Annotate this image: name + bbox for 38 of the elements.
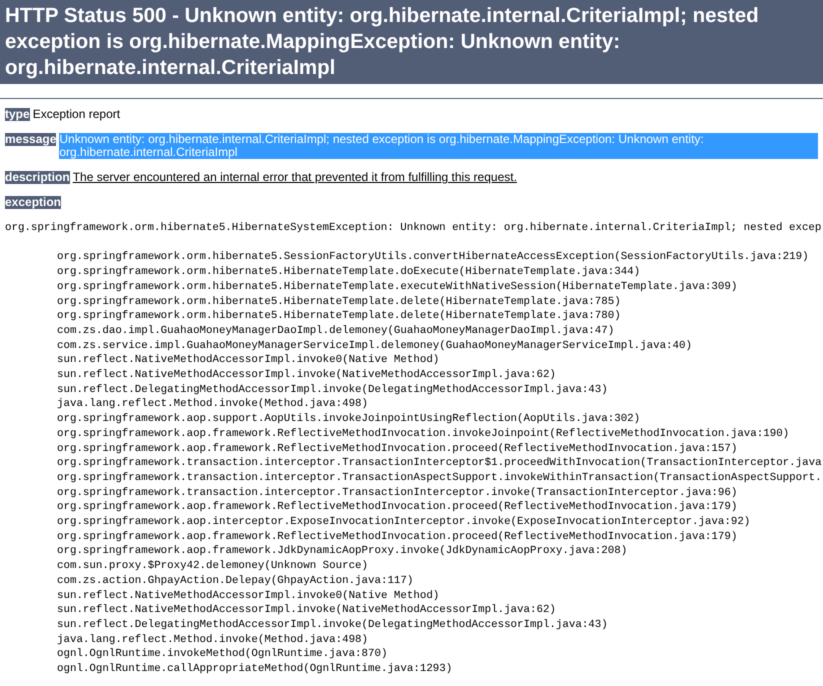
- stack-trace-line: org.springframework.aop.framework.ReflectiveMethodInvocation.proceed(ReflectiveMethodInvocation.java:179): [56, 530, 738, 544]
- stack-trace-line: org.springframework.transaction.interceptor.TransactionInterceptor$1.proceedWithInvocation(TransactionInterceptor.java: [56, 456, 822, 471]
- stack-trace-line: ognl.OgnlRuntime.invokeMethod(OgnlRuntime.java:870): [56, 647, 388, 662]
- section-text: Exception report: [32, 108, 120, 121]
- stack-trace-line: org.springframework.orm.hibernate5.HibernateTemplate.delete(HibernateTemplate.java:785): [56, 294, 621, 310]
- stack-trace-line: org.springframework.aop.framework.ReflectiveMethodInvocation.proceed(ReflectiveMethodInvocation.java:157): [56, 442, 738, 456]
- stack-trace-line: org.springframework.transaction.interceptor.TransactionInterceptor.invoke(TransactionInterceptor.java:96): [56, 486, 738, 500]
- stack-trace-line: org.springframework.orm.hibernate5.HibernateTemplate.doExecute(HibernateTemplate.java:344): [56, 265, 640, 280]
- section-text: The server encountered an internal error that prevented it from fulfilling this request.: [72, 171, 517, 184]
- stack-trace-line: com.zs.service.impl.GuahaoMoneyManagerServiceImpl.delemoney(GuahaoMoneyManagerServiceImpl.java:40): [56, 338, 692, 354]
- stack-trace-line: sun.reflect.NativeMethodAccessorImpl.invoke0(Native Method): [56, 353, 440, 368]
- stack-trace-line: org.springframework.aop.framework.ReflectiveMethodInvocation.proceed(ReflectiveMethodInvocation.java:179): [56, 500, 738, 516]
- stack-trace-line: sun.reflect.NativeMethodAccessorImpl.invoke(NativeMethodAccessorImpl.java:62): [56, 368, 556, 383]
- section-text: Unknown entity: org.hibernate.internal.CriteriaImpl; nested exception is org.hibernate.MappingException: Unknown entity: org.hibernate.internal.CriteriaImpl: [59, 133, 818, 159]
- stack-trace-line: org.springframework.transaction.interceptor.TransactionAspectSupport.invokeWithinTransaction(TransactionAspectSupport.: [56, 470, 822, 486]
- section-label: description: [5, 171, 70, 184]
- stack-trace-line: org.springframework.orm.hibernate5.SessionFactoryUtils.convertHibernateAccessException(SessionFactoryUtils.java:219): [56, 250, 809, 266]
- stack-trace-line: org.springframework.aop.interceptor.ExposeInvocationInterceptor.invoke(ExposeInvocationInterceptor.java:92): [56, 515, 750, 530]
- stack-trace-line: org.springframework.aop.support.AopUtils.invokeJoinpointUsingReflection(AopUtils.java:302): [56, 412, 640, 427]
- stack-trace-line: com.zs.action.GhpayAction.Delepay(GhpayAction.java:117): [56, 574, 414, 589]
- stack-trace-line: sun.reflect.DelegatingMethodAccessorImpl.invoke(DelegatingMethodAccessorImpl.java:43): [56, 382, 608, 398]
- stack-trace-line: org.springframework.orm.hibernate5.HibernateSystemException: Unknown entity: org.hibernate.internal.CriteriaImpl; nested excep: [5, 221, 822, 236]
- stack-trace-line: java.lang.reflect.Method.invoke(Method.java:498): [56, 632, 368, 648]
- page-title: HTTP Status 500 - Unknown entity: org.hibernate.internal.CriteriaImpl; nested exception is org.hibernate.MappingException: Unknown entity: org.hibernate.internal.CriteriaImpl: [0, 0, 823, 84]
- stack-trace-line: java.lang.reflect.Method.invoke(Method.java:498): [56, 397, 368, 412]
- stack-trace-line: org.springframework.aop.framework.JdkDynamicAopProxy.invoke(JdkDynamicAopProxy.java:208): [56, 544, 628, 560]
- stack-trace-line: sun.reflect.NativeMethodAccessorImpl.invoke(NativeMethodAccessorImpl.java:62): [56, 603, 556, 618]
- stack-trace-line: sun.reflect.DelegatingMethodAccessorImpl.invoke(DelegatingMethodAccessorImpl.java:43): [56, 618, 608, 633]
- stack-trace-line: sun.reflect.NativeMethodAccessorImpl.invoke0(Native Method): [56, 588, 440, 604]
- stack-trace-line: com.zs.dao.impl.GuahaoMoneyManagerDaoImpl.delemoney(GuahaoMoneyManagerDaoImpl.java:47): [56, 324, 614, 339]
- stack-trace-line: org.springframework.aop.framework.ReflectiveMethodInvocation.invokeJoinpoint(ReflectiveMethodInvocation.java:190): [56, 426, 790, 442]
- stack-trace-line: com.sun.proxy.$Proxy42.delemoney(Unknown Source): [56, 559, 368, 574]
- stack-trace-line: org.springframework.orm.hibernate5.HibernateTemplate.executeWithNativeSession(HibernateTemplate.java:309): [56, 280, 738, 295]
- section-label: message: [5, 133, 56, 146]
- stack-trace-line: ognl.OgnlRuntime.callAppropriateMethod(OgnlRuntime.java:1293): [56, 662, 452, 677]
- section-label: exception: [5, 196, 62, 209]
- stack-trace-line: org.springframework.orm.hibernate5.HibernateTemplate.delete(HibernateTemplate.java:780): [56, 309, 621, 324]
- section-label: type: [5, 108, 30, 121]
